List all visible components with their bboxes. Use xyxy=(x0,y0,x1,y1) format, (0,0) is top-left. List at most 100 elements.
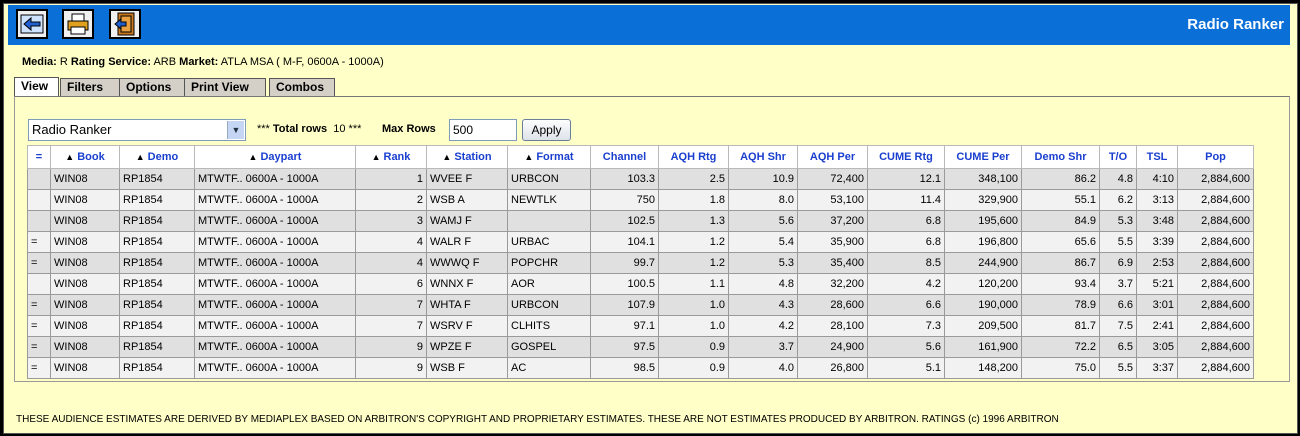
table-cell: WHTA F xyxy=(426,294,508,316)
table-row[interactable]: WIN08 RP1854 MTWTF.. 0600A - 1000A 3 WAMJ F 1… xyxy=(27,210,1254,232)
table-cell: WVEE F xyxy=(426,168,508,190)
table-cell: POPCHR xyxy=(507,252,591,274)
table-cell: 2,884,600 xyxy=(1177,336,1254,358)
column-header-rank[interactable]: ▲ Rank xyxy=(355,145,427,169)
total-rows-value: 10 xyxy=(333,123,346,135)
table-cell: 5.3 xyxy=(1099,210,1137,232)
table-cell: MTWTF.. 0600A - 1000A xyxy=(194,168,356,190)
table-cell: 195,600 xyxy=(944,210,1022,232)
column-header-tsl[interactable]: TSL xyxy=(1136,145,1178,169)
column-header-cume-rtg[interactable]: CUME Rtg xyxy=(867,145,945,169)
column-header-channel[interactable]: Channel xyxy=(590,145,659,169)
table-cell: MTWTF.. 0600A - 1000A xyxy=(194,273,356,295)
table-cell: 65.6 xyxy=(1021,231,1100,253)
column-header-label: CUME Per xyxy=(956,151,1010,163)
table-cell: = xyxy=(27,252,51,274)
table-cell xyxy=(27,189,51,211)
table-cell: 5.1 xyxy=(867,357,945,379)
table-cell: 4 xyxy=(355,231,427,253)
table-cell: 81.7 xyxy=(1021,315,1100,337)
table-cell: RP1854 xyxy=(119,189,195,211)
table-cell: 9 xyxy=(355,357,427,379)
table-cell: 7.5 xyxy=(1099,315,1137,337)
table-row[interactable]: WIN08 RP1854 MTWTF.. 0600A - 1000A 6 WNNX FA… xyxy=(27,273,1254,295)
table-row[interactable]: = WIN08 RP1854 MTWTF.. 0600A - 1000A 4 WALR F… xyxy=(27,231,1254,253)
column-header-t-o[interactable]: T/O xyxy=(1099,145,1137,169)
table-cell: 3:05 xyxy=(1136,336,1178,358)
column-header-label: Station xyxy=(454,151,492,163)
column-header-aqh-shr[interactable]: AQH Shr xyxy=(728,145,798,169)
table-cell: 1.1 xyxy=(658,273,729,295)
table-row[interactable]: = WIN08 RP1854 MTWTF.. 0600A - 1000A 7 WSRV F… xyxy=(27,315,1254,337)
column-header-daypart[interactable]: ▲ Daypart xyxy=(194,145,356,169)
table-cell: = xyxy=(27,231,51,253)
tab-combos[interactable]: Combos xyxy=(269,78,335,96)
column-header-label: T/O xyxy=(1108,151,1128,163)
table-cell: 329,900 xyxy=(944,189,1022,211)
table-cell xyxy=(507,210,591,232)
table-body: WIN08 RP1854 MTWTF.. 0600A - 1000A 1 WVEE FU… xyxy=(27,168,1254,379)
column-header-station[interactable]: ▲ Station xyxy=(426,145,508,169)
table-cell: 7.3 xyxy=(867,315,945,337)
table-cell: 104.1 xyxy=(590,231,659,253)
table-row[interactable]: WIN08 RP1854 MTWTF.. 0600A - 1000A 1 WVEE FU… xyxy=(27,168,1254,190)
apply-button[interactable]: Apply xyxy=(522,119,571,141)
table-cell: WSB F xyxy=(426,357,508,379)
table-row[interactable]: = WIN08 RP1854 MTWTF.. 0600A - 1000A 9 WSB FA… xyxy=(27,357,1254,379)
table-cell: 2:53 xyxy=(1136,252,1178,274)
table-cell: 100.5 xyxy=(590,273,659,295)
table-cell: 190,000 xyxy=(944,294,1022,316)
table-cell: 5.4 xyxy=(728,231,798,253)
table-row[interactable]: = WIN08 RP1854 MTWTF.. 0600A - 1000A 4 WWWQ F… xyxy=(27,252,1254,274)
column-header-format[interactable]: ▲ Format xyxy=(507,145,591,169)
total-rows: *** Total rows 10 *** xyxy=(257,123,361,135)
table-cell: 35,400 xyxy=(797,252,868,274)
table-row[interactable]: = WIN08 RP1854 MTWTF.. 0600A - 1000A 7 WHTA F… xyxy=(27,294,1254,316)
tab-options[interactable]: Options xyxy=(119,78,194,96)
table-cell: WWWQ F xyxy=(426,252,508,274)
ranker-table: = ▲ Book ▲ Demo ▲ Daypart ▲ Rank ▲ Station ▲ Format C… xyxy=(27,145,1254,379)
column-header-demo-shr[interactable]: Demo Shr xyxy=(1021,145,1100,169)
table-cell: 24,900 xyxy=(797,336,868,358)
chevron-down-icon[interactable]: ▼ xyxy=(227,121,244,139)
media-value: R xyxy=(59,56,68,68)
tab-print-view[interactable]: Print View xyxy=(184,78,266,96)
table-cell: 209,500 xyxy=(944,315,1022,337)
table-cell: 1 xyxy=(355,168,427,190)
table-cell: RP1854 xyxy=(119,336,195,358)
column-header-aqh-rtg[interactable]: AQH Rtg xyxy=(658,145,729,169)
table-cell: WALR F xyxy=(426,231,508,253)
column-header-label: CUME Rtg xyxy=(879,151,933,163)
table-cell: WIN08 xyxy=(50,189,120,211)
table-cell: 5.5 xyxy=(1099,357,1137,379)
max-rows-input[interactable]: 500 xyxy=(449,119,517,141)
table-cell: RP1854 xyxy=(119,315,195,337)
tab-view[interactable]: View xyxy=(14,77,59,97)
table-cell: 1.2 xyxy=(658,252,729,274)
print-icon[interactable] xyxy=(62,9,94,39)
table-cell: 12.1 xyxy=(867,168,945,190)
column-header-pop[interactable]: Pop xyxy=(1177,145,1254,169)
column-header-book[interactable]: ▲ Book xyxy=(50,145,120,169)
table-cell: 2,884,600 xyxy=(1177,168,1254,190)
table-cell: URBCON xyxy=(507,294,591,316)
table-cell: 1.2 xyxy=(658,231,729,253)
table-cell: MTWTF.. 0600A - 1000A xyxy=(194,210,356,232)
table-row[interactable]: = WIN08 RP1854 MTWTF.. 0600A - 1000A 9 WPZE F… xyxy=(27,336,1254,358)
report-select[interactable]: Radio Ranker ▼ xyxy=(28,119,246,141)
back-arrow-icon[interactable] xyxy=(16,9,48,39)
column-header-demo[interactable]: ▲ Demo xyxy=(119,145,195,169)
table-row[interactable]: WIN08 RP1854 MTWTF.. 0600A - 1000A 2 WSB A NE… xyxy=(27,189,1254,211)
column-header-aqh-per[interactable]: AQH Per xyxy=(797,145,868,169)
table-cell: RP1854 xyxy=(119,231,195,253)
exit-door-icon[interactable] xyxy=(109,9,141,39)
column-header-cume-per[interactable]: CUME Per xyxy=(944,145,1022,169)
column-header-[interactable]: = xyxy=(27,145,51,169)
table-cell: 2 xyxy=(355,189,427,211)
table-cell: = xyxy=(27,357,51,379)
table-cell: WIN08 xyxy=(50,294,120,316)
table-cell: 161,900 xyxy=(944,336,1022,358)
table-cell: 53,100 xyxy=(797,189,868,211)
column-header-label: Demo xyxy=(147,151,179,163)
table-cell: 2:41 xyxy=(1136,315,1178,337)
